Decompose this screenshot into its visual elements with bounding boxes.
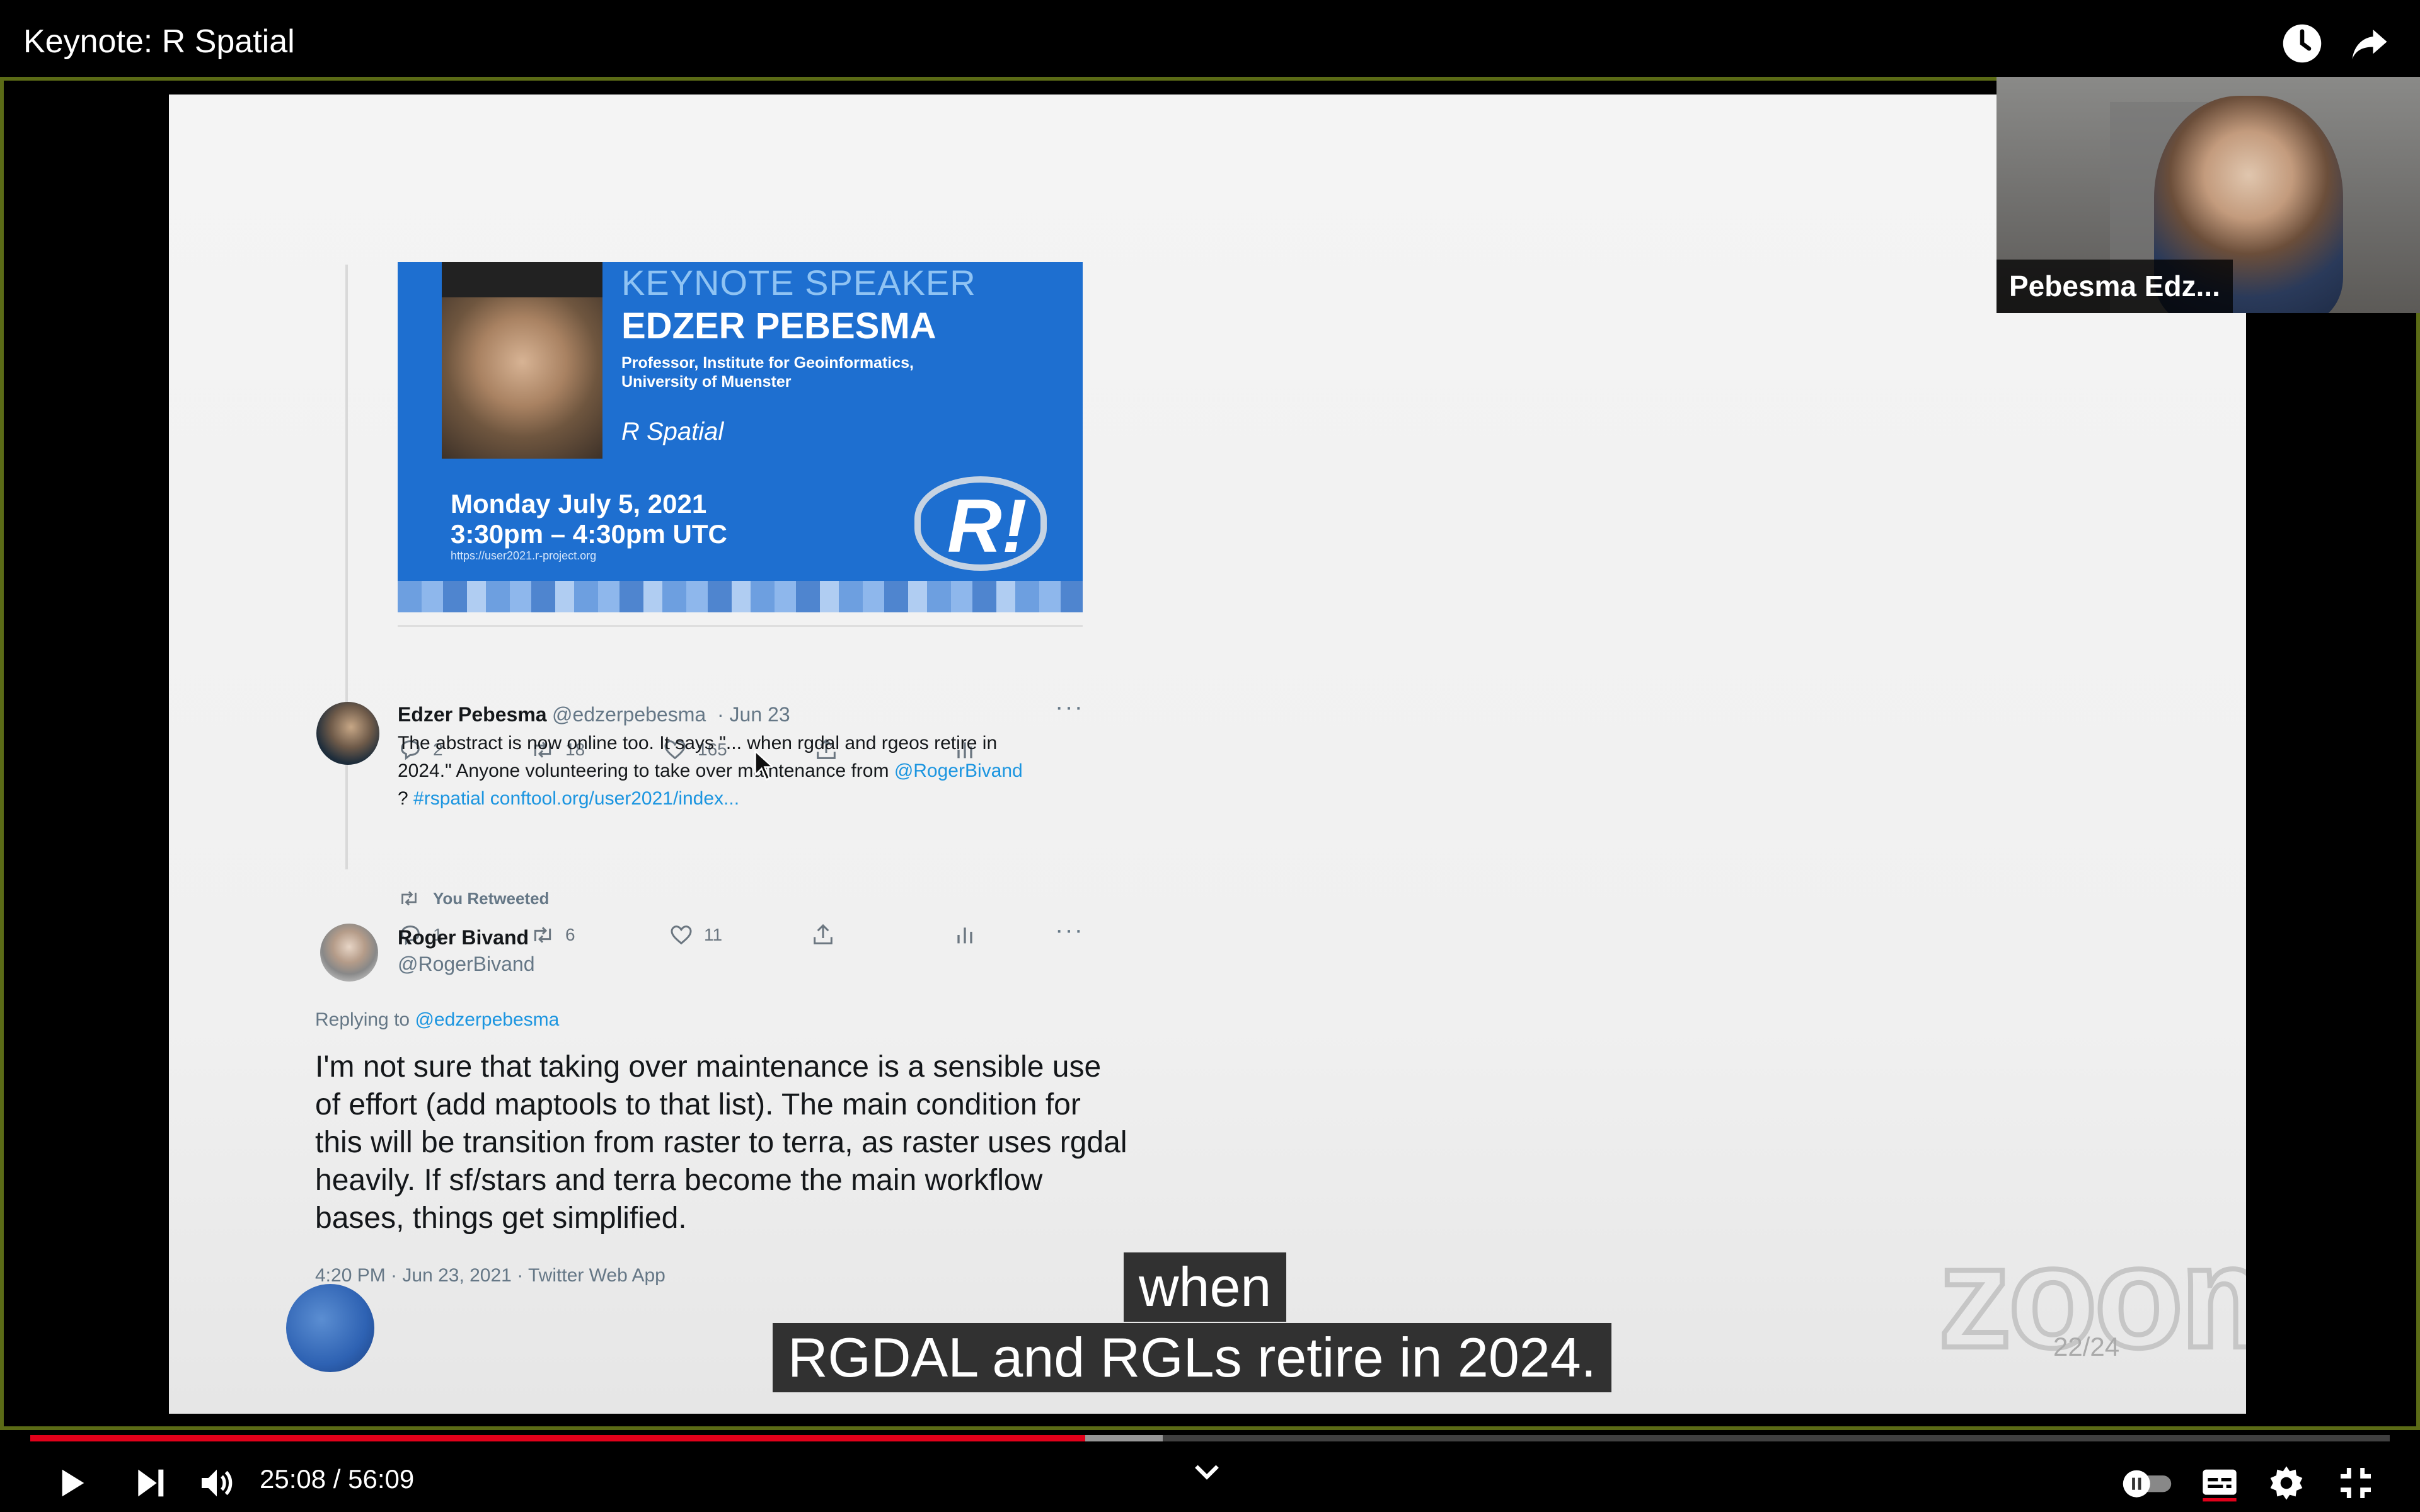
- time-display: 25:08 / 56:09: [260, 1464, 415, 1494]
- autoplay-toggle-icon[interactable]: [2120, 1463, 2174, 1503]
- banner-url: https://user2021.r-project.org: [451, 549, 597, 562]
- slide-page-count: 22/24: [2053, 1332, 2120, 1361]
- mention-rogerbivand[interactable]: @RogerBivand: [894, 760, 1023, 781]
- banner-date-line1: Monday July 5, 2021: [451, 489, 707, 518]
- hashtag-rspatial[interactable]: #rspatial: [413, 788, 485, 809]
- banner-date-line2: 3:30pm – 4:30pm UTC: [451, 519, 727, 549]
- tweet2-date[interactable]: · Jun 23: [717, 703, 790, 726]
- tweet2-line2: 2024." Anyone volunteering to take over …: [398, 757, 1103, 785]
- tweet2-retweet-action[interactable]: 6: [530, 922, 575, 948]
- tweet2-author[interactable]: Edzer Pebesma: [398, 703, 547, 726]
- player-controls: 25:08 / 56:09: [0, 1449, 2420, 1512]
- you-retweeted: You Retweeted: [398, 887, 549, 910]
- subtitles-icon[interactable]: [2199, 1463, 2240, 1503]
- tweet2-line2-text: 2024." Anyone volunteering to take over …: [398, 760, 894, 781]
- banner-heading: KEYNOTE SPEAKER: [621, 263, 976, 302]
- analytics-icon: [957, 927, 972, 944]
- avatar-roger[interactable]: [320, 924, 378, 982]
- you-retweeted-label: You Retweeted: [433, 888, 550, 908]
- clock-icon[interactable]: [2281, 23, 2323, 64]
- tweet2-analytics-action[interactable]: [952, 922, 977, 948]
- replying-to-label: Replying to: [315, 1009, 415, 1030]
- banner-topic: R Spatial: [621, 418, 724, 445]
- participant-video[interactable]: Pebesma Edz...: [1997, 77, 2420, 313]
- thread-line: [345, 265, 348, 869]
- caption-line-2: RGDAL and RGLs retire in 2024.: [773, 1323, 1612, 1392]
- tweet2-like-count: 11: [704, 925, 723, 944]
- progress-bar[interactable]: [30, 1435, 2390, 1441]
- tweet2-share-action[interactable]: [810, 922, 836, 948]
- banner-speaker-role: Professor, Institute for Geoinformatics,…: [621, 354, 914, 391]
- tweet3-text: I'm not sure that taking over maintenanc…: [315, 1050, 1127, 1235]
- tweet3-more-icon[interactable]: ···: [1055, 916, 1084, 944]
- mouse-pointer-icon: [754, 750, 773, 781]
- tweet3-author[interactable]: Roger Bivand: [398, 926, 529, 949]
- title-bar: Keynote: R Spatial: [0, 0, 2420, 77]
- chevron-down-icon[interactable]: [1191, 1459, 1223, 1484]
- tweet2-text: The abstract is now online too. It says …: [398, 730, 1103, 813]
- divider: [398, 625, 1083, 627]
- tweet3-time[interactable]: 4:20 PM · Jun 23, 2021 · Twitter Web App: [315, 1265, 666, 1286]
- volume-icon[interactable]: [197, 1463, 237, 1503]
- tweet2-line3-text: ?: [398, 788, 414, 809]
- speaker-photo: [442, 297, 602, 459]
- heart-icon: [671, 925, 692, 945]
- share-arrow-icon[interactable]: [2349, 23, 2390, 64]
- replying-to: Replying to @edzerpebesma: [315, 1009, 559, 1031]
- globe-logo: [286, 1284, 374, 1372]
- participant-name: Pebesma Edz...: [1997, 260, 2233, 313]
- tweet2-line1: The abstract is now online too. It says …: [398, 733, 998, 753]
- user-r-logo-text: R!: [947, 484, 1027, 568]
- exit-fullscreen-icon[interactable]: [2336, 1463, 2376, 1503]
- progress-played: [30, 1435, 1085, 1441]
- banner-speaker-name: EDZER PEBESMA: [621, 306, 936, 346]
- tweet2-line3: ? #rspatial conftool.org/user2021/index.…: [398, 785, 1103, 813]
- tweet2-more-icon[interactable]: ···: [1055, 693, 1084, 721]
- banner-strip: [398, 581, 1083, 612]
- tweet2-retweet-count: 6: [565, 925, 575, 944]
- presentation-slide: KEYNOTE SPEAKER EDZER PEBESMA Professor,…: [169, 94, 2246, 1414]
- caption-line-1: when: [1124, 1252, 1287, 1322]
- tweet3-handle[interactable]: @RogerBivand: [398, 953, 534, 976]
- keynote-banner: KEYNOTE SPEAKER EDZER PEBESMA Professor,…: [398, 262, 1083, 612]
- banner-photo-bar: [442, 262, 602, 297]
- tweet2-handle[interactable]: @edzerpebesma: [552, 703, 706, 726]
- retweet-icon: [534, 927, 551, 943]
- retweet-icon: [401, 891, 417, 906]
- gear-icon[interactable]: [2266, 1463, 2307, 1503]
- tweet2-like-action[interactable]: 11: [669, 922, 722, 948]
- tweet2-link[interactable]: conftool.org/user2021/index...: [490, 788, 739, 809]
- video-title[interactable]: Keynote: R Spatial: [23, 23, 295, 60]
- avatar-edzer[interactable]: [316, 702, 379, 765]
- share-icon: [814, 924, 833, 944]
- next-icon[interactable]: [130, 1463, 170, 1503]
- banner-date: Monday July 5, 2021 3:30pm – 4:30pm UTC: [451, 489, 829, 549]
- replying-to-handle[interactable]: @edzerpebesma: [415, 1009, 559, 1030]
- play-icon[interactable]: [50, 1463, 91, 1503]
